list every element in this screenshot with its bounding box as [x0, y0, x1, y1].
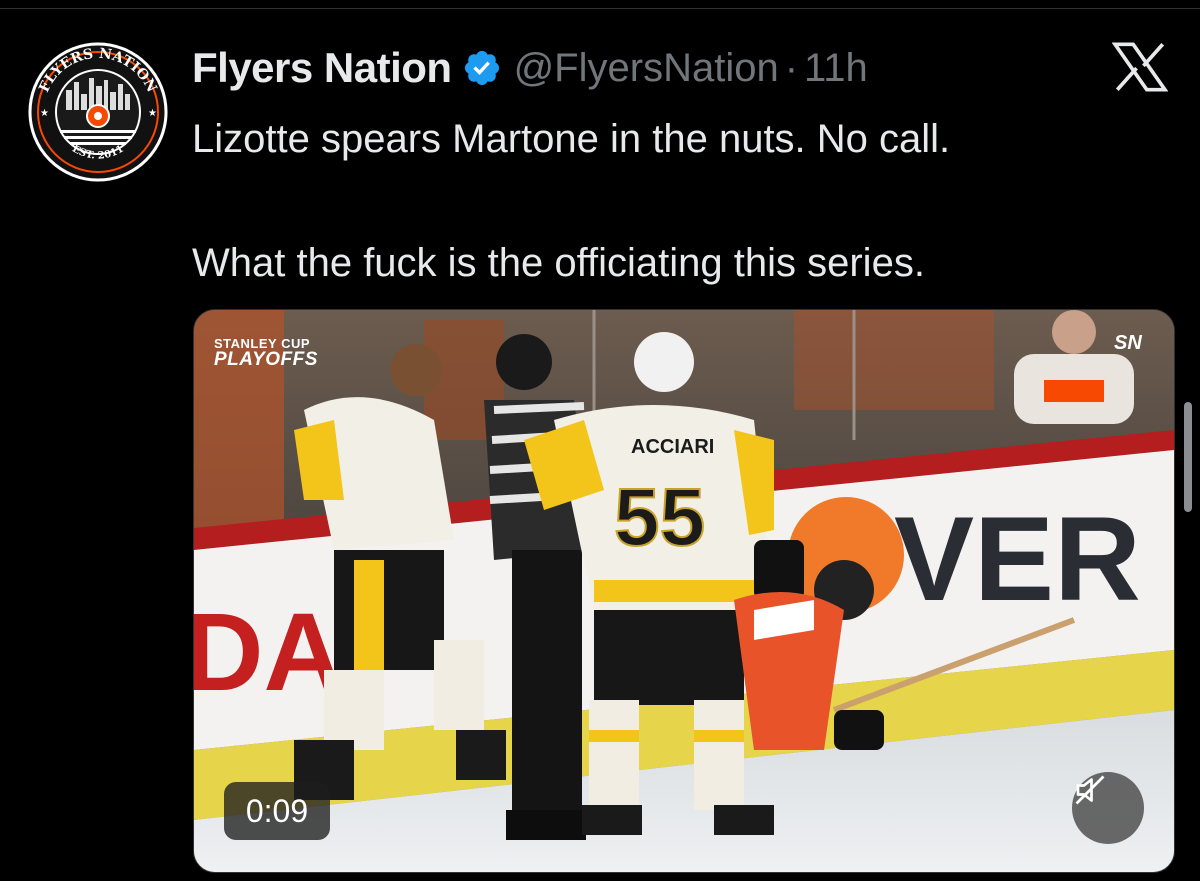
svg-text:★: ★: [40, 108, 49, 119]
network-logo: SN: [1114, 332, 1142, 354]
separator-dot: ·: [784, 45, 799, 90]
verified-badge-icon: [464, 50, 499, 86]
hockey-video-frame: VER DA ACCIARI 55: [194, 310, 1174, 872]
board-text-left: DA: [194, 591, 343, 714]
overlay-big-text: PLAYOFFS: [214, 349, 318, 370]
muted-speaker-icon: [1075, 775, 1105, 805]
flyers-nation-logo-icon: FLYERS NATION EST. 2011 ★ ★: [28, 42, 168, 182]
tweet-time[interactable]: 11h: [804, 46, 868, 91]
tweet-line-2: What the fuck is the officiating this se…: [192, 241, 925, 285]
tweet-line-1: Lizotte spears Martone in the nuts. No c…: [192, 117, 951, 161]
stanley-cup-playoffs-logo: STANLEY CUP PLAYOFFS: [214, 336, 318, 371]
mute-button[interactable]: [1072, 772, 1144, 844]
account-name[interactable]: Flyers Nation: [192, 44, 452, 92]
svg-text:★: ★: [148, 108, 157, 119]
jersey-number: 55: [614, 472, 705, 563]
account-handle[interactable]: @FlyersNation: [514, 46, 779, 91]
x-logo-icon[interactable]: [1112, 42, 1168, 92]
scrollbar[interactable]: [1184, 402, 1192, 512]
avatar[interactable]: FLYERS NATION EST. 2011 ★ ★: [28, 42, 168, 182]
jersey-name: ACCIARI: [631, 436, 714, 458]
tweet-header: Flyers Nation @FlyersNation · 11h: [192, 40, 868, 96]
top-divider: [0, 8, 1200, 9]
video-player[interactable]: VER DA ACCIARI 55 STANLEY CUP PLAYOFFS S…: [193, 309, 1175, 873]
video-timer: 0:09: [224, 782, 330, 840]
tweet-text: Lizotte spears Martone in the nuts. No c…: [192, 108, 1152, 294]
board-text-right: VER: [894, 492, 1141, 626]
